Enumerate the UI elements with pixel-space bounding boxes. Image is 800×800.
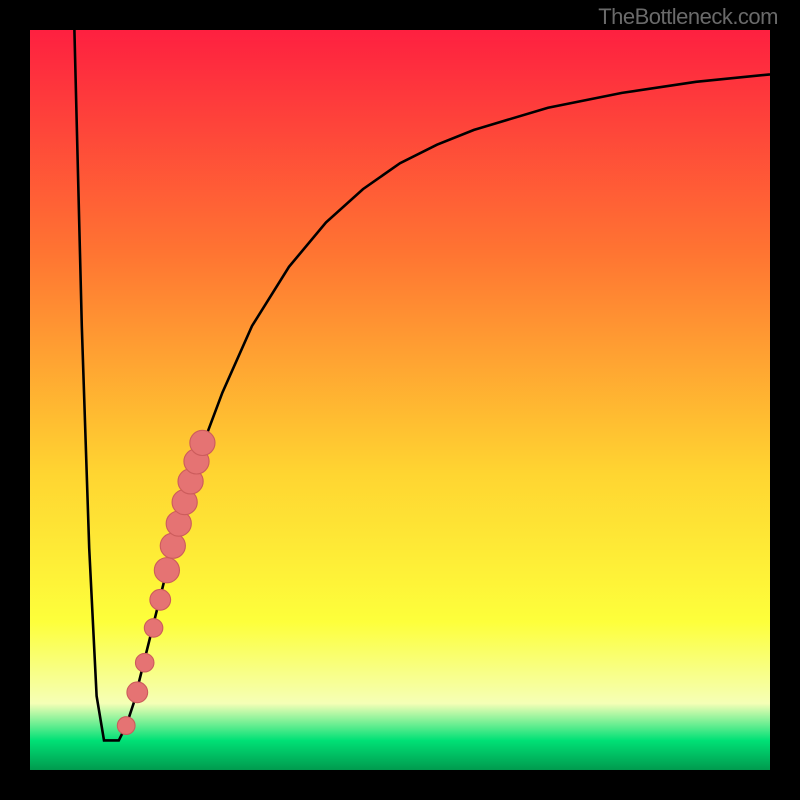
data-marker — [150, 589, 171, 610]
data-marker — [127, 682, 148, 703]
data-marker — [154, 558, 179, 583]
data-marker — [160, 533, 185, 558]
chart-svg — [30, 30, 770, 770]
chart-frame: TheBottleneck.com — [0, 0, 800, 800]
data-marker — [135, 653, 154, 672]
data-marker — [190, 430, 215, 455]
data-marker — [117, 717, 135, 735]
watermark-text: TheBottleneck.com — [598, 4, 778, 30]
data-marker — [144, 619, 163, 638]
